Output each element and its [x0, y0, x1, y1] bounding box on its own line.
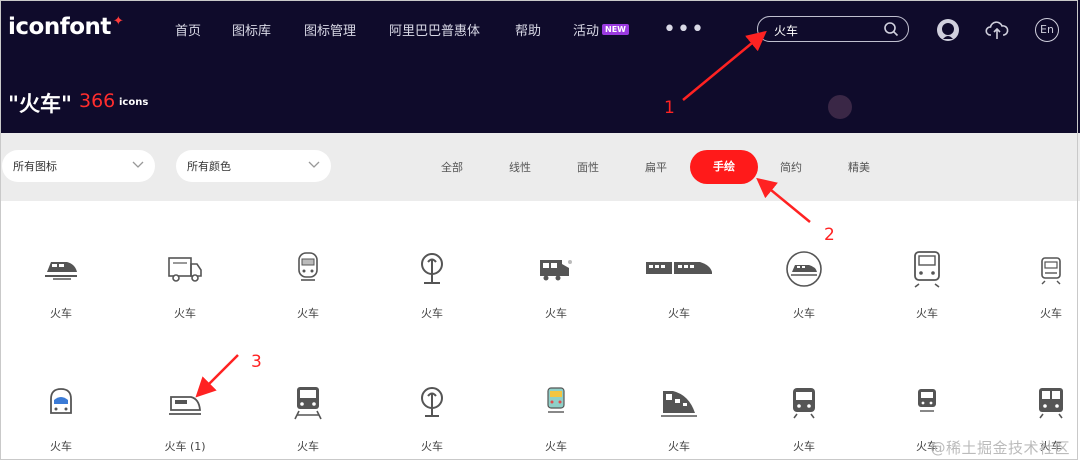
screenshot-border: [0, 0, 1078, 460]
